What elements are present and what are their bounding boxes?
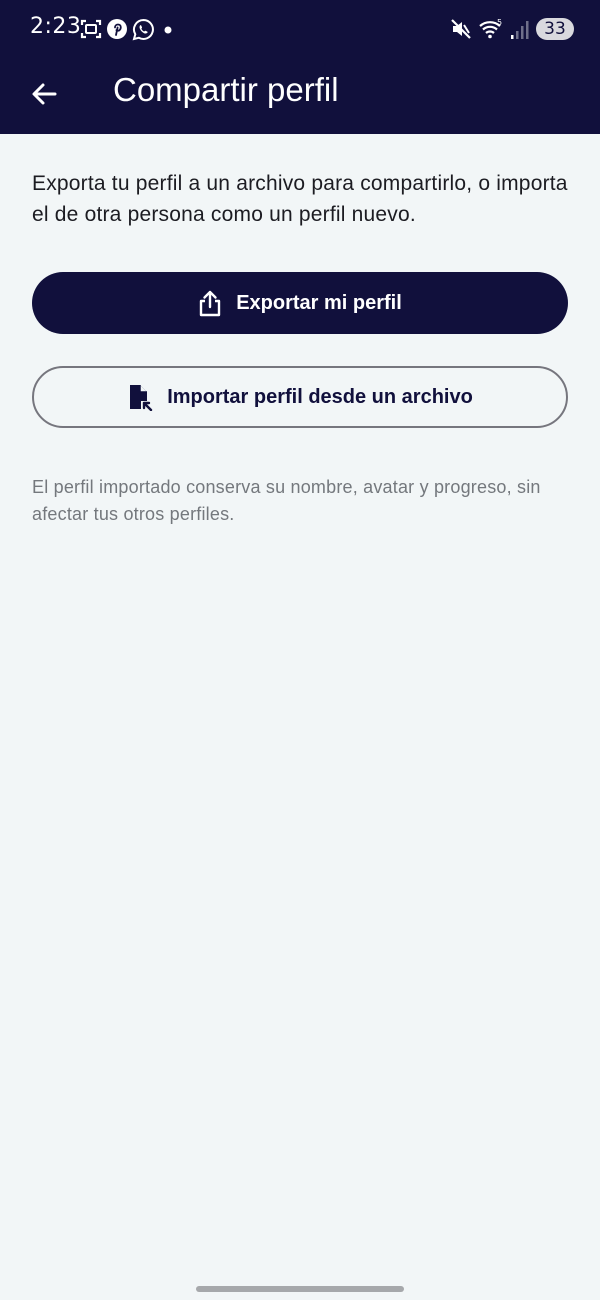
hint-text: El perfil importado conserva su nombre, … — [32, 477, 541, 524]
app-bar: Compartir perfil — [0, 58, 600, 134]
export-profile-button[interactable]: Exportar mi perfil — [32, 272, 568, 334]
back-button[interactable] — [22, 72, 66, 116]
notification-icons — [80, 16, 179, 42]
signal-icon — [511, 21, 529, 39]
file-import-icon — [127, 383, 153, 411]
import-button-label: Importar perfil desde un archivo — [167, 385, 473, 408]
content: Exporta tu perfil a un archivo para comp… — [32, 168, 568, 230]
wifi-icon: 5 — [479, 18, 502, 39]
description-text: Exporta tu perfil a un archivo para comp… — [32, 172, 568, 226]
home-indicator[interactable] — [196, 1286, 404, 1292]
arrow-left-icon — [32, 83, 57, 105]
share-upload-icon — [198, 289, 222, 317]
svg-text:5: 5 — [497, 18, 502, 27]
system-status: 5 33 — [450, 15, 574, 43]
status-bar: 2:23 5 33 — [0, 0, 600, 58]
import-profile-button[interactable]: Importar perfil desde un archivo — [32, 366, 568, 428]
export-button-label: Exportar mi perfil — [236, 291, 402, 314]
screenshot-icon — [80, 19, 102, 39]
status-time: 2:23 — [30, 14, 82, 39]
page-title: Compartir perfil — [113, 71, 339, 108]
mute-icon — [451, 19, 471, 39]
battery-indicator: 33 — [536, 18, 574, 40]
pinterest-icon — [107, 19, 127, 39]
dot-icon — [164, 26, 172, 34]
whatsapp-icon — [132, 18, 154, 40]
header: 2:23 5 33 Compartir perfil — [0, 0, 600, 134]
